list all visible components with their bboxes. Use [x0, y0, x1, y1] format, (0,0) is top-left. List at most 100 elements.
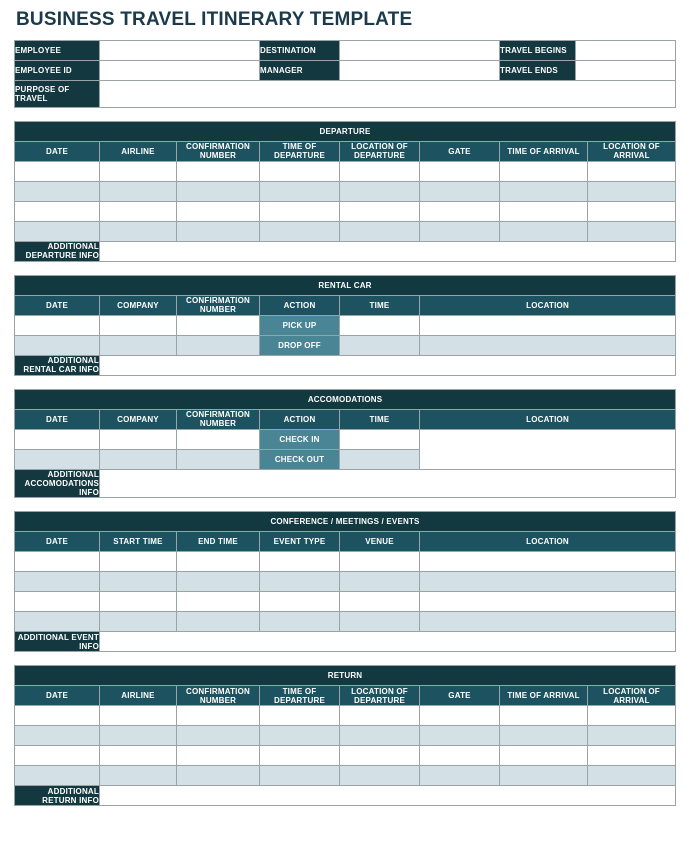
cell[interactable]: [99, 551, 177, 573]
cell[interactable]: [14, 428, 100, 450]
cell[interactable]: [587, 160, 676, 182]
cell[interactable]: [176, 725, 260, 747]
cell[interactable]: [586, 725, 677, 747]
cell[interactable]: [14, 591, 100, 613]
cell[interactable]: [418, 551, 677, 573]
cell[interactable]: [499, 200, 588, 222]
cell[interactable]: [339, 551, 420, 573]
cell[interactable]: [419, 220, 500, 242]
cell[interactable]: [176, 160, 260, 182]
purpose-of-travel-field[interactable]: [99, 79, 676, 108]
cell[interactable]: [176, 551, 260, 573]
cell[interactable]: [259, 571, 340, 593]
cell[interactable]: [14, 314, 100, 336]
cell[interactable]: [259, 591, 340, 613]
cell[interactable]: [419, 705, 500, 727]
cell[interactable]: [176, 591, 260, 613]
cell[interactable]: [99, 160, 177, 182]
cell[interactable]: [99, 571, 177, 593]
cell[interactable]: [176, 428, 260, 450]
cell[interactable]: [99, 334, 177, 356]
cell[interactable]: [339, 745, 420, 767]
cell[interactable]: [14, 448, 100, 470]
cell[interactable]: [419, 725, 500, 747]
cell[interactable]: [339, 591, 420, 613]
destination-field[interactable]: [339, 39, 500, 61]
cell[interactable]: [99, 180, 177, 202]
employee-field[interactable]: [99, 39, 260, 61]
cell[interactable]: [339, 725, 420, 747]
cell[interactable]: [499, 745, 588, 767]
cell[interactable]: [418, 334, 677, 356]
cell[interactable]: [339, 428, 420, 450]
additional-event-info-field[interactable]: [98, 631, 677, 653]
cell[interactable]: [587, 180, 676, 202]
cell[interactable]: [259, 220, 340, 242]
cell[interactable]: [339, 448, 420, 470]
cell[interactable]: [99, 591, 177, 613]
cell[interactable]: [14, 334, 100, 356]
additional-departure-info-field[interactable]: [99, 240, 676, 262]
cell[interactable]: [99, 765, 177, 787]
cell[interactable]: [259, 180, 340, 202]
cell[interactable]: [419, 180, 500, 202]
cell[interactable]: [259, 160, 340, 182]
cell[interactable]: [259, 705, 340, 727]
cell[interactable]: [176, 334, 260, 356]
cell[interactable]: [14, 745, 100, 767]
cell[interactable]: [499, 765, 588, 787]
cell[interactable]: [339, 200, 420, 222]
cell[interactable]: [499, 180, 588, 202]
cell[interactable]: [14, 551, 100, 573]
cell[interactable]: [339, 765, 420, 787]
cell[interactable]: [339, 160, 420, 182]
additional-rental-car-info-field[interactable]: [98, 354, 677, 376]
cell[interactable]: [419, 160, 500, 182]
cell[interactable]: [176, 448, 260, 470]
cell[interactable]: [586, 705, 677, 727]
cell[interactable]: [14, 765, 100, 787]
cell[interactable]: [176, 220, 260, 242]
cell[interactable]: [176, 571, 260, 593]
cell[interactable]: [99, 428, 177, 450]
cell[interactable]: [176, 180, 260, 202]
cell[interactable]: [587, 200, 676, 222]
cell[interactable]: [99, 725, 177, 747]
cell[interactable]: [259, 551, 340, 573]
cell[interactable]: [339, 180, 420, 202]
cell[interactable]: [587, 220, 676, 242]
cell[interactable]: [418, 314, 677, 336]
cell[interactable]: [176, 200, 260, 222]
cell[interactable]: [176, 705, 260, 727]
cell[interactable]: [259, 200, 340, 222]
cell[interactable]: [176, 765, 260, 787]
cell[interactable]: [419, 200, 500, 222]
cell[interactable]: [99, 220, 177, 242]
cell[interactable]: [419, 745, 500, 767]
cell[interactable]: [499, 725, 588, 747]
cell[interactable]: [499, 160, 588, 182]
cell[interactable]: [14, 705, 100, 727]
cell[interactable]: [14, 160, 100, 182]
cell[interactable]: [259, 745, 340, 767]
additional-accomodations-info-field[interactable]: [98, 468, 677, 499]
cell[interactable]: [259, 611, 340, 633]
cell[interactable]: [14, 200, 100, 222]
cell[interactable]: [339, 705, 420, 727]
cell[interactable]: [99, 705, 177, 727]
cell[interactable]: [339, 571, 420, 593]
additional-return-info-field[interactable]: [98, 785, 677, 807]
cell[interactable]: [14, 180, 100, 202]
cell[interactable]: [339, 220, 420, 242]
cell[interactable]: [499, 705, 588, 727]
cell[interactable]: [586, 765, 677, 787]
cell[interactable]: [14, 725, 100, 747]
cell[interactable]: [419, 765, 500, 787]
accomodations-location-field[interactable]: [418, 428, 677, 470]
travel-begins-field[interactable]: [575, 39, 676, 61]
manager-field[interactable]: [339, 59, 500, 81]
cell[interactable]: [99, 611, 177, 633]
cell[interactable]: [339, 334, 420, 356]
cell[interactable]: [339, 314, 420, 336]
cell[interactable]: [99, 448, 177, 470]
